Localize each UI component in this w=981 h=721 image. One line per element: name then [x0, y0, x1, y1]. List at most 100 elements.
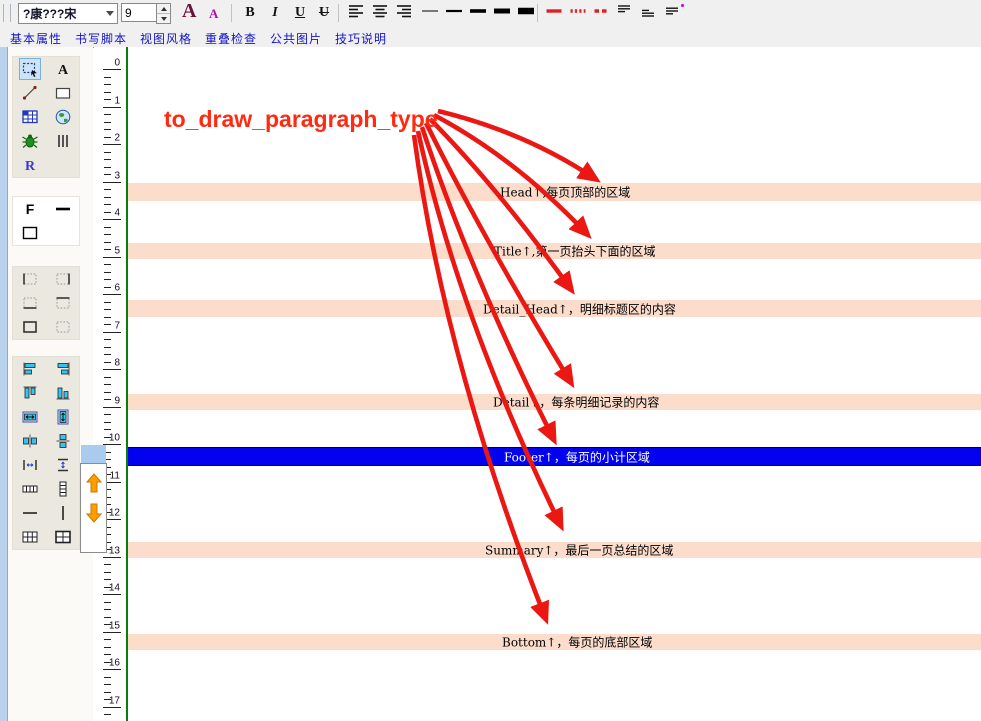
align-bottom-icon[interactable]	[52, 382, 74, 404]
move-band-up-button[interactable]	[85, 472, 103, 494]
spinner-up-icon[interactable]	[157, 4, 170, 14]
magenta-dot	[681, 4, 684, 7]
red-dotted-line-button[interactable]	[566, 2, 590, 24]
italic-button[interactable]: I	[265, 3, 285, 23]
underline-button[interactable]: U	[290, 3, 310, 23]
align-text-left-icon	[347, 2, 365, 25]
tab-basic-properties[interactable]: 基本属性	[10, 30, 62, 47]
align-text-bottom-button[interactable]	[636, 2, 660, 24]
ruler-tick	[104, 272, 111, 273]
border-top-icon[interactable]	[52, 292, 74, 314]
band-label: Footer↑，每页的小计区域	[504, 448, 650, 465]
move-band-down-button[interactable]	[85, 502, 103, 524]
same-width-icon[interactable]	[19, 406, 41, 428]
band-label: Detail↑，每条明细记录的内容	[493, 394, 659, 411]
tab-write-script[interactable]: 书写脚本	[75, 30, 127, 47]
rows-icon[interactable]	[19, 478, 41, 500]
bug-tool-icon[interactable]	[19, 130, 41, 152]
ruler-tick	[104, 422, 111, 423]
columns-icon[interactable]	[52, 478, 74, 500]
ruler-number: 15	[94, 620, 120, 631]
rtf-tool-icon[interactable]: R	[19, 154, 41, 176]
grid-icon[interactable]	[19, 526, 41, 548]
toolbox-row	[13, 501, 79, 525]
ruler-tick	[103, 669, 121, 670]
space-vertical-icon[interactable]	[52, 454, 74, 476]
align-left-icon[interactable]	[19, 358, 41, 380]
spinner-down-icon[interactable]	[157, 14, 170, 23]
line-weight-1-button[interactable]	[418, 2, 442, 24]
border-bottom-icon[interactable]	[19, 292, 41, 314]
dock-strip[interactable]	[0, 47, 8, 721]
ruler-tick	[104, 414, 111, 415]
center-horizontal-icon[interactable]	[19, 430, 41, 452]
align-text-right-button[interactable]	[392, 2, 416, 24]
red-solid-line-button[interactable]	[542, 2, 566, 24]
table-borders-icon[interactable]	[52, 526, 74, 548]
ruler-tick	[103, 407, 121, 408]
border-left-icon[interactable]	[19, 268, 41, 290]
rect-tool-icon[interactable]	[52, 82, 74, 104]
text-tool-icon[interactable]: A	[52, 58, 74, 80]
design-canvas[interactable]: Head↑,每页顶部的区域 Title↑,第一页抬头下面的区域 Detail_Hea…	[128, 47, 981, 721]
band-bottom[interactable]: Bottom↑，每页的底部区域	[128, 634, 981, 650]
hline-style-icon[interactable]	[52, 198, 74, 220]
tab-tips[interactable]: 技巧说明	[335, 30, 387, 47]
band-title[interactable]: Title↑,第一页抬头下面的区域	[128, 243, 981, 259]
ruler-tick	[104, 264, 111, 265]
center-vertical-icon[interactable]	[52, 430, 74, 452]
toolbar-grip[interactable]	[3, 4, 11, 22]
band-detail[interactable]: Detail↑，每条明细记录的内容	[128, 394, 981, 410]
toolbox-section-draw-tools: AR	[12, 56, 80, 178]
band-footer[interactable]: Footer↑，每页的小计区域	[128, 447, 981, 466]
font-size-input[interactable]	[121, 3, 158, 22]
band-label: Title↑,第一页抬头下面的区域	[494, 243, 655, 260]
vertical-line-icon[interactable]	[52, 502, 74, 524]
toolbar-separator	[231, 4, 232, 22]
band-detail-head[interactable]: Detail_Head↑，明细标题区的内容	[128, 300, 981, 317]
shrink-font-button[interactable]: A	[209, 6, 218, 22]
align-text-left-button[interactable]	[344, 2, 368, 24]
space-horizontal-icon[interactable]	[19, 454, 41, 476]
bold-button[interactable]: B	[240, 3, 260, 23]
align-top-icon[interactable]	[19, 382, 41, 404]
font-color-button[interactable]: A	[182, 0, 196, 23]
border-right-icon[interactable]	[52, 268, 74, 290]
line-weight-2-button[interactable]	[442, 2, 466, 24]
bold-f-icon[interactable]: F	[19, 198, 41, 220]
band-head[interactable]: Head↑,每页顶部的区域	[128, 183, 981, 201]
image-tool-icon[interactable]	[52, 106, 74, 128]
tab-view-style[interactable]: 视图风格	[140, 30, 192, 47]
line-weight-4-button[interactable]	[490, 2, 514, 24]
line-tool-icon[interactable]	[19, 82, 41, 104]
align-text-top-button[interactable]	[612, 2, 636, 24]
align-text-center-button[interactable]	[368, 2, 392, 24]
same-height-icon[interactable]	[52, 406, 74, 428]
table-tool-icon[interactable]	[19, 106, 41, 128]
font-family-select[interactable]: ?康???宋	[18, 3, 118, 24]
ruler-tick	[104, 159, 111, 160]
ruler-tick	[104, 354, 111, 355]
line-weight-5-button[interactable]	[514, 2, 538, 24]
font-size-spinner[interactable]	[156, 3, 171, 24]
vertical-lines-tool-icon[interactable]	[52, 130, 74, 152]
report-designer-window: ?康???宋 A A B I U U 基本属性书写脚本视图风格重叠检查公共图片技…	[0, 0, 981, 721]
band-selection-indicator	[81, 445, 106, 463]
band-summary[interactable]: Summary↑，最后一页总结的区域	[128, 542, 981, 558]
frame-style-icon[interactable]	[19, 222, 41, 244]
line-weight-3-button[interactable]	[466, 2, 490, 24]
align-right-icon[interactable]	[52, 358, 74, 380]
ruler-tick	[104, 317, 111, 318]
strikethrough-button[interactable]: U	[314, 3, 334, 23]
red-dashed-line-button[interactable]	[590, 2, 614, 24]
tab-overlap-check[interactable]: 重叠检查	[205, 30, 257, 47]
border-all-icon[interactable]	[19, 316, 41, 338]
horizontal-line-icon[interactable]	[19, 502, 41, 524]
select-tool-icon[interactable]	[19, 58, 41, 80]
ruler-tick	[104, 204, 111, 205]
ruler-number: 7	[94, 320, 120, 331]
tab-shared-images[interactable]: 公共图片	[270, 30, 322, 47]
border-none-icon[interactable]	[52, 316, 74, 338]
ruler-tick	[104, 392, 111, 393]
down-arrow-icon	[86, 503, 102, 523]
